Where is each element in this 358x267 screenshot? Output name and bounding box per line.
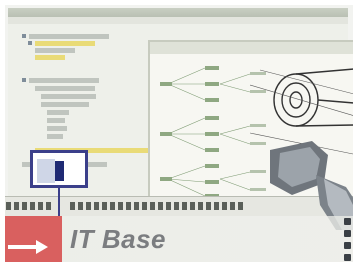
gear-part-illustration — [250, 68, 358, 230]
window-titlebar — [8, 8, 348, 17]
tree-item[interactable] — [41, 94, 96, 99]
tree-item[interactable] — [47, 110, 69, 115]
thumbnail-bar — [55, 161, 64, 181]
timeline-tick — [86, 202, 91, 210]
timeline-tick — [174, 202, 179, 210]
tree-item[interactable] — [47, 118, 65, 123]
folder-icon — [22, 34, 26, 38]
tree-item[interactable] — [29, 34, 109, 39]
side-button-stack — [328, 210, 358, 267]
thumbnail-panel — [37, 159, 55, 183]
timeline-tick — [6, 202, 11, 210]
arrow-right-icon — [8, 240, 48, 254]
timeline-tick — [190, 202, 195, 210]
timeline-tick — [134, 202, 139, 210]
tree-item[interactable] — [47, 134, 63, 139]
side-button[interactable] — [344, 254, 351, 261]
side-button[interactable] — [344, 242, 351, 249]
timeline-tick — [110, 202, 115, 210]
timeline-tick — [38, 202, 43, 210]
tree-item[interactable] — [47, 126, 67, 131]
timeline-tick — [214, 202, 219, 210]
timeline-tick — [126, 202, 131, 210]
selection-connector — [58, 188, 60, 218]
diagram-titlebar — [150, 42, 358, 54]
timeline-tick — [46, 202, 51, 210]
red-label-tab[interactable] — [0, 216, 62, 267]
brand-banner: IT Base — [62, 216, 358, 267]
selection-box[interactable] — [30, 150, 88, 188]
timeline-tick — [150, 202, 155, 210]
timeline-tick — [222, 202, 227, 210]
brand-name: IT Base — [70, 224, 166, 254]
folder-icon — [28, 41, 32, 45]
timeline-tick — [206, 202, 211, 210]
timeline-tick — [30, 202, 35, 210]
menu-bar — [8, 17, 348, 24]
timeline-tick — [14, 202, 19, 210]
timeline-tick — [230, 202, 235, 210]
timeline-tick — [22, 202, 27, 210]
timeline-tick — [142, 202, 147, 210]
folder-icon — [22, 78, 26, 82]
tree-item[interactable] — [41, 102, 89, 107]
tree-item[interactable] — [35, 48, 75, 53]
side-button[interactable] — [344, 230, 351, 237]
tree-item-selected[interactable] — [35, 55, 65, 60]
timeline-tick — [182, 202, 187, 210]
timeline-tick — [70, 202, 75, 210]
timeline-tick — [238, 202, 243, 210]
tree-item-selected[interactable] — [35, 41, 95, 46]
screenshot-frame: IT Base — [0, 0, 358, 267]
timeline-tick — [78, 202, 83, 210]
tree-item[interactable] — [35, 86, 95, 91]
timeline-tick — [102, 202, 107, 210]
side-button[interactable] — [344, 218, 351, 225]
tree-item[interactable] — [29, 78, 99, 83]
timeline-tick — [94, 202, 99, 210]
timeline-tick — [118, 202, 123, 210]
timeline-tick — [166, 202, 171, 210]
timeline-tick — [198, 202, 203, 210]
timeline-tick — [158, 202, 163, 210]
